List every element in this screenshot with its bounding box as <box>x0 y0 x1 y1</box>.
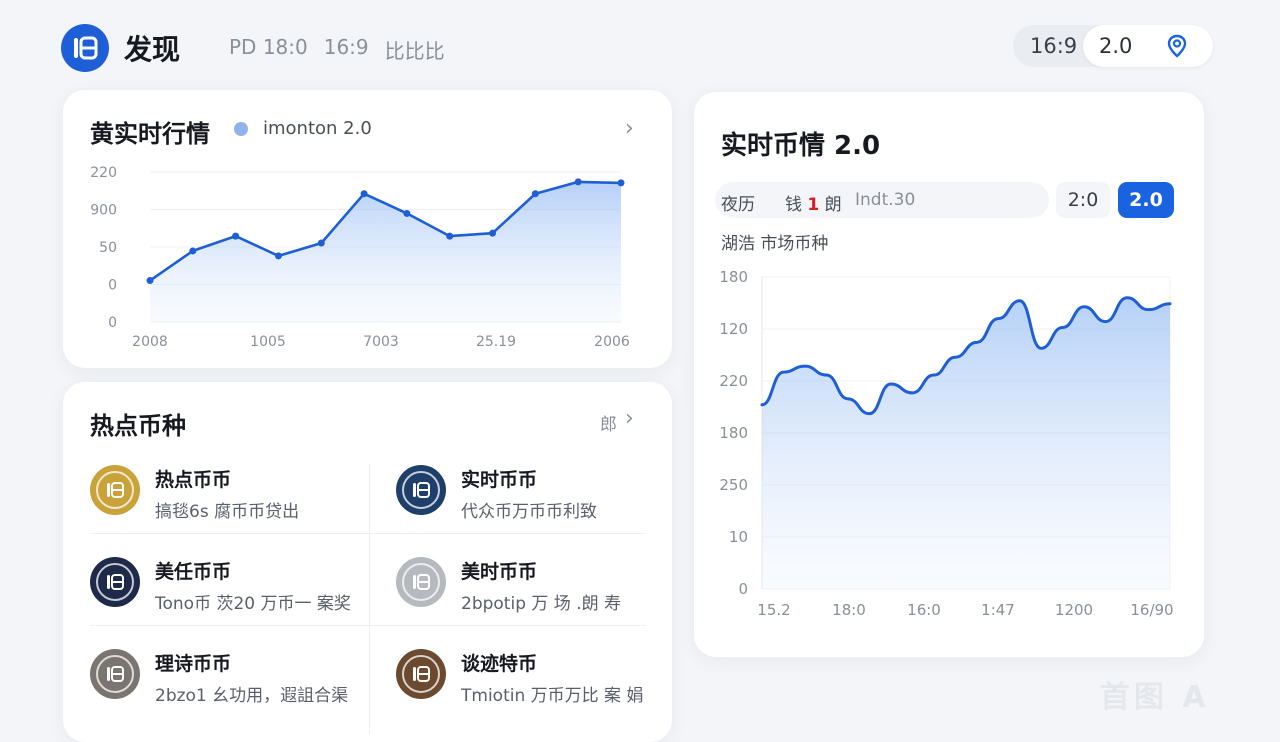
coin-list-item[interactable]: 理诗币币 2bzo1 幺功用，遐詛合渠 <box>90 641 360 711</box>
coin-name: 美任币币 <box>155 561 232 583</box>
data-point <box>489 229 497 237</box>
coin-desc: Tono币 茨20 万币一 案奖 <box>155 594 351 614</box>
data-point <box>617 179 625 187</box>
y-tick-label: 0 <box>738 580 748 598</box>
x-tick-label: 25.19 <box>476 334 516 350</box>
watermark: 首图 A <box>1100 680 1210 715</box>
coin-icon <box>90 465 140 515</box>
coin-list-item[interactable]: 美时币币 2bpotip 万 场 .朗 寿 <box>396 549 666 619</box>
x-tick-label: 1:47 <box>981 601 1015 619</box>
chevron-right-icon[interactable]: › <box>625 406 634 431</box>
logo-icon <box>74 36 98 60</box>
x-tick-label: 7003 <box>363 334 399 350</box>
version-label: 2.0 <box>1099 34 1133 58</box>
coin-icon <box>396 649 446 699</box>
y-tick-label: 220 <box>719 372 748 390</box>
y-tick-label: 180 <box>719 424 748 442</box>
meta-ratio: 16:9 <box>323 35 369 59</box>
data-point <box>531 190 539 198</box>
coin-desc: 2bzo1 幺功用，遐詛合渠 <box>155 686 349 706</box>
data-point <box>446 232 454 240</box>
series-area <box>762 297 1170 589</box>
coin-desc: 2bpotip 万 场 .朗 寿 <box>461 594 621 614</box>
coin-name: 美时币币 <box>461 561 538 583</box>
coin-icon <box>90 557 140 607</box>
y-tick-label: 10 <box>729 528 748 546</box>
y-tick-label: 50 <box>99 240 117 256</box>
header-controls: 16:9 2.0 <box>1013 25 1213 67</box>
y-tick-label: 120 <box>719 320 748 338</box>
data-point <box>232 232 240 240</box>
x-tick-label: 2006 <box>594 334 630 350</box>
row-divider <box>90 533 646 534</box>
hot-coins-title: 热点币种 <box>90 412 186 440</box>
version-selector[interactable]: 2.0 <box>1083 25 1213 67</box>
market-card: 黄实时行情 imonton 2.0 › 0 0 50 900 220 2008 1005 70… <box>63 90 672 368</box>
ratio-toggle[interactable]: 16:9 <box>1030 34 1077 58</box>
data-point <box>403 209 411 217</box>
coin-name: 热点币币 <box>155 469 232 491</box>
coin-icon <box>90 649 140 699</box>
x-tick-label: 16/90 <box>1130 601 1173 619</box>
coin-name: 实时币币 <box>461 469 538 491</box>
realtime-line-chart: 0 10 250 180 220 120 180 15.2 18:0 16:0 1:47 1200 16… <box>719 268 1173 619</box>
realtime-card: 实时币情 2.0 夜历 钱 1 朗 Indt.30 2:0 2.0 湖浩 市场币… <box>694 92 1204 657</box>
coin-desc: 搞毯6s 腐币币贷出 <box>155 502 300 522</box>
column-divider <box>369 464 370 734</box>
y-tick-label: 180 <box>719 268 748 286</box>
data-point <box>317 239 325 247</box>
x-tick-label: 2008 <box>132 334 168 350</box>
hot-coins-card: 热点币种 郎 › 热点币币 搞毯6s 腐币币贷出 实时币币 代众币万币币利致 美任币币 T… <box>63 382 672 742</box>
x-tick-label: 1005 <box>250 334 286 350</box>
coin-desc: 代众币万币币利致 <box>461 502 597 522</box>
x-tick-label: 15.2 <box>757 601 790 619</box>
coin-desc: Tmiotin 万币万比 案 娟 <box>461 686 644 706</box>
row-divider <box>90 625 646 626</box>
data-point <box>574 178 582 186</box>
coin-list-item[interactable]: 美任币币 Tono币 茨20 万币一 案奖 <box>90 549 360 619</box>
see-all-link[interactable]: 郎 <box>600 410 617 435</box>
coin-list-item[interactable]: 谈迹特币 Tmiotin 万币万比 案 娟 <box>396 641 666 711</box>
app-logo[interactable] <box>61 24 109 72</box>
coin-name: 理诗币币 <box>155 653 232 675</box>
meta-time: PD 18:0 <box>229 35 308 59</box>
location-pin-icon <box>1167 34 1187 58</box>
data-point <box>189 247 197 255</box>
x-tick-label: 18:0 <box>832 601 866 619</box>
y-tick-label: 0 <box>108 315 117 331</box>
page-title: 发现 <box>124 33 181 66</box>
meta-extra: 比比比 <box>384 39 445 63</box>
y-tick-label: 250 <box>719 476 748 494</box>
x-tick-label: 16:0 <box>907 601 941 619</box>
coin-list-item[interactable]: 实时币币代众币万币币利致 <box>396 457 666 527</box>
y-tick-label: 220 <box>90 165 117 181</box>
data-point <box>274 252 282 260</box>
coin-icon <box>396 557 446 607</box>
coin-name: 谈迹特币 <box>461 653 538 675</box>
coin-icon <box>396 465 446 515</box>
x-tick-label: 1200 <box>1055 601 1093 619</box>
market-line-chart: 0 0 50 900 220 2008 1005 7003 25.19 2006 <box>90 165 630 350</box>
header-meta: PD 18:0 16:9 比比比 <box>229 35 445 64</box>
y-tick-label: 900 <box>90 203 117 219</box>
top-bar: 发现 PD 18:0 16:9 比比比 16:9 2.0 <box>0 0 1280 92</box>
coin-list-item[interactable]: 热点币币搞毯6s 腐币币贷出 <box>90 457 360 527</box>
y-tick-label: 0 <box>108 278 117 294</box>
data-point <box>360 190 368 198</box>
data-point <box>146 277 154 285</box>
